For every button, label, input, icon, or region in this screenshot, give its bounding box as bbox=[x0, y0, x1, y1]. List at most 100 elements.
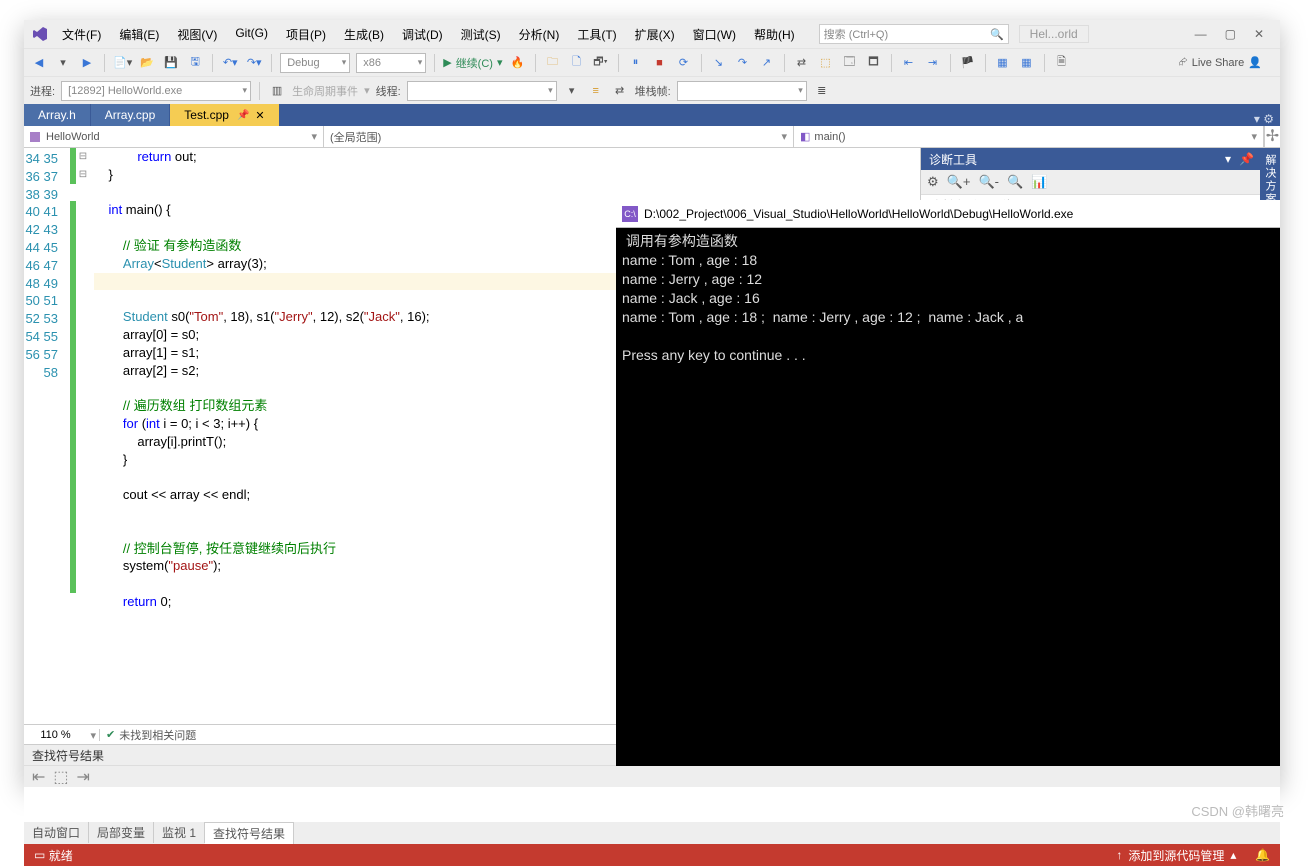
minimize-button[interactable]: — bbox=[1195, 27, 1207, 41]
menu-item[interactable]: 测试(S) bbox=[453, 24, 509, 45]
thread-label: 线程: bbox=[376, 83, 401, 99]
misc1-icon[interactable]: ⇄ bbox=[793, 53, 811, 73]
uncomment-icon[interactable]: ▦ bbox=[1018, 53, 1036, 73]
pause-icon[interactable]: ⏸ bbox=[627, 53, 645, 73]
maximize-button[interactable]: ▢ bbox=[1225, 27, 1236, 41]
step-out-icon[interactable]: ↗ bbox=[758, 53, 776, 73]
platform-combo[interactable]: x86 bbox=[356, 53, 426, 73]
menu-item[interactable]: 项目(P) bbox=[278, 24, 334, 45]
member-combo[interactable]: ◧main() bbox=[794, 126, 1264, 147]
menu-item[interactable]: 文件(F) bbox=[54, 24, 109, 45]
bookmark-icon[interactable]: 🏴 bbox=[959, 53, 977, 73]
document-tab[interactable]: Test.cpp📌✕ bbox=[170, 104, 278, 126]
nav-fwd-icon[interactable]: ▶ bbox=[78, 53, 96, 73]
lifecycle-icon[interactable]: ▥ bbox=[268, 81, 286, 101]
tab-gear-icon[interactable]: ⚙ bbox=[1263, 112, 1274, 126]
diag-ruler-icon[interactable]: 📊 bbox=[1031, 174, 1047, 190]
liveshare-button[interactable]: Live Share bbox=[1192, 57, 1245, 69]
nav-bar: HelloWorld (全局范围) ◧main() ✢ bbox=[24, 126, 1280, 148]
zoom-combo[interactable]: 110 % bbox=[24, 729, 100, 741]
continue-button[interactable]: ▶ 继续(C) ▾ bbox=[443, 55, 502, 71]
diag-title: 诊断工具 bbox=[929, 151, 977, 168]
folder-icon[interactable]: 🗀 bbox=[544, 53, 562, 73]
hot-reload-icon[interactable]: 🔥 bbox=[509, 53, 527, 73]
find-icon[interactable]: 🗋 bbox=[568, 53, 586, 73]
output-tab[interactable]: 监视 1 bbox=[154, 822, 205, 843]
source-control-up-icon[interactable]: ↑ bbox=[1116, 848, 1122, 862]
pin-icon[interactable]: 📌 bbox=[237, 110, 249, 121]
console-titlebar[interactable]: C:\D:\002_Project\006_Visual_Studio\Hell… bbox=[616, 200, 1280, 228]
stop-icon[interactable]: ■ bbox=[651, 53, 669, 73]
threads-icon[interactable]: ≡ bbox=[587, 81, 605, 101]
misc4-icon[interactable]: 🗖 bbox=[865, 53, 883, 73]
feedback-icon[interactable]: 👤 bbox=[1248, 56, 1262, 69]
status-bar: ▭ 就绪 ↑添加到源代码管理▴ 🔔 bbox=[24, 844, 1280, 866]
split-icon[interactable]: ✢ bbox=[1264, 126, 1280, 147]
menu-item[interactable]: 编辑(E) bbox=[111, 24, 167, 45]
menu-item[interactable]: Git(G) bbox=[227, 24, 276, 45]
menu-bar: 文件(F)编辑(E)视图(V)Git(G)项目(P)生成(B)调试(D)测试(S… bbox=[24, 20, 1280, 48]
saveall-icon[interactable]: 🖫 bbox=[186, 53, 204, 73]
open-icon[interactable]: 📂 bbox=[138, 53, 156, 73]
close-tab-icon[interactable]: ✕ bbox=[255, 109, 264, 122]
stack-label: 堆栈帧: bbox=[635, 83, 671, 99]
menu-item[interactable]: 调试(D) bbox=[394, 24, 451, 45]
document-tab[interactable]: Array.h bbox=[24, 104, 90, 126]
output-tab[interactable]: 查找符号结果 bbox=[205, 822, 294, 844]
menu-item[interactable]: 工具(T) bbox=[569, 24, 624, 45]
ok-icon: ✔ bbox=[106, 728, 115, 741]
diag-pin-icon[interactable]: 📌 bbox=[1239, 152, 1254, 166]
restart-icon[interactable]: ⟳ bbox=[675, 53, 693, 73]
thread-combo[interactable] bbox=[407, 81, 557, 101]
output-tab[interactable]: 自动窗口 bbox=[24, 822, 89, 843]
status-mode-icon: ▭ bbox=[34, 848, 45, 862]
diag-reset-icon[interactable]: 🔍 bbox=[1007, 174, 1023, 190]
menu-item[interactable]: 窗口(W) bbox=[685, 24, 744, 45]
console-icon: C:\ bbox=[622, 206, 638, 222]
scope-combo[interactable]: (全局范围) bbox=[324, 126, 794, 147]
search-box[interactable]: 搜索 (Ctrl+Q)🔍 bbox=[819, 24, 1009, 44]
config-combo[interactable]: Debug bbox=[280, 53, 350, 73]
step-over-icon[interactable]: ↷ bbox=[734, 53, 752, 73]
menu-item[interactable]: 帮助(H) bbox=[746, 24, 803, 45]
search-icon: 🔍 bbox=[990, 28, 1004, 41]
outdent-icon[interactable]: ⇤ bbox=[900, 53, 918, 73]
step-into-icon[interactable]: ↘ bbox=[710, 53, 728, 73]
output-tab[interactable]: 局部变量 bbox=[89, 822, 154, 843]
redo-icon[interactable]: ↷▾ bbox=[245, 53, 263, 73]
undo-icon[interactable]: ↶▾ bbox=[221, 53, 239, 73]
diag-settings-icon[interactable]: ⚙ bbox=[927, 174, 939, 190]
misc2-icon[interactable]: ⬚ bbox=[817, 53, 835, 73]
menu-item[interactable]: 生成(B) bbox=[336, 24, 392, 45]
process-combo[interactable]: [12892] HelloWorld.exe bbox=[61, 81, 251, 101]
console-output: 调用有参构造函数 name : Tom , age : 18 name : Je… bbox=[616, 228, 1280, 369]
sym-title: 查找符号结果 bbox=[32, 747, 104, 764]
liveshare-icon[interactable]: ⮳ bbox=[1179, 56, 1188, 69]
debug-toolbar: 进程: [12892] HelloWorld.exe ▥ 生命周期事件▾ 线程:… bbox=[24, 76, 1280, 104]
diag-zoomin-icon[interactable]: 🔍+ bbox=[947, 174, 971, 190]
new-icon[interactable]: 📄▾ bbox=[113, 53, 132, 73]
document-tab[interactable]: Array.cpp bbox=[91, 104, 169, 126]
tab-dropdown-icon[interactable]: ▾ bbox=[1254, 112, 1260, 126]
project-combo[interactable]: HelloWorld bbox=[24, 126, 324, 147]
sym-tb3-icon[interactable]: ⇥ bbox=[77, 767, 90, 787]
console-window[interactable]: C:\D:\002_Project\006_Visual_Studio\Hell… bbox=[616, 200, 1280, 766]
source-control-button[interactable]: 添加到源代码管理 bbox=[1128, 847, 1224, 864]
diag-zoomout-icon[interactable]: 🔍- bbox=[978, 174, 999, 190]
doc-icon[interactable]: 🗎 bbox=[1053, 53, 1071, 73]
nav-back-icon[interactable]: ◀ bbox=[30, 53, 48, 73]
stack-combo[interactable] bbox=[677, 81, 807, 101]
diag-dropdown-icon[interactable]: ▾ bbox=[1225, 152, 1231, 166]
indent-icon[interactable]: ⇥ bbox=[924, 53, 942, 73]
comment-icon[interactable]: ▦ bbox=[994, 53, 1012, 73]
notifications-icon[interactable]: 🔔 bbox=[1255, 848, 1270, 862]
menu-item[interactable]: 分析(N) bbox=[511, 24, 568, 45]
sym-tb2-icon[interactable]: ⬚ bbox=[53, 767, 68, 787]
menu-item[interactable]: 视图(V) bbox=[169, 24, 225, 45]
menu-item[interactable]: 扩展(X) bbox=[627, 24, 683, 45]
save-icon[interactable]: 💾 bbox=[162, 53, 180, 73]
props-icon[interactable]: 🗗▾ bbox=[592, 53, 610, 73]
misc3-icon[interactable]: 🗔 bbox=[841, 53, 859, 73]
close-button[interactable]: ✕ bbox=[1254, 27, 1264, 41]
sym-tb1-icon[interactable]: ⇤ bbox=[32, 767, 45, 787]
